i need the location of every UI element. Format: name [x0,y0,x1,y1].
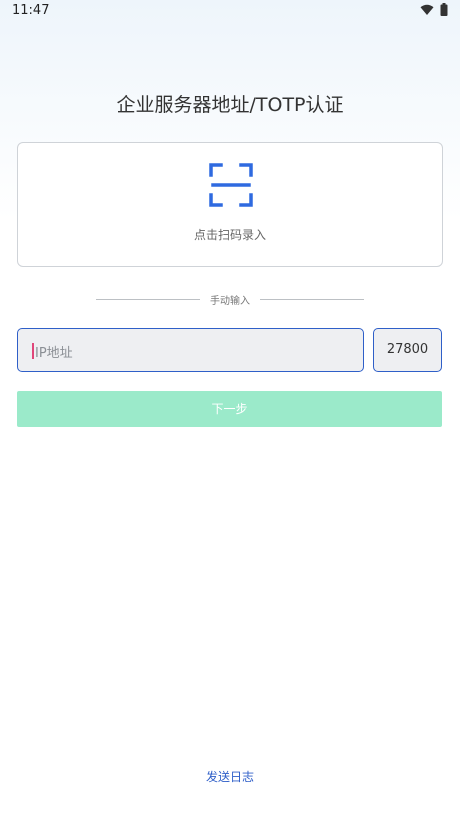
battery-icon [440,3,448,16]
text-caret [32,343,34,359]
next-button[interactable]: 下一步 [17,391,442,427]
page-title: 企业服务器地址/TOTP认证 [116,94,344,116]
scan-qr-button[interactable]: 点击扫码录入 [17,142,443,267]
ip-address-input[interactable]: IP地址 [17,328,364,372]
port-input[interactable]: 27800 [373,328,442,372]
divider-label: 手动输入 [210,295,250,307]
status-time: 11:47 [12,3,50,18]
qr-scan-icon [209,163,253,207]
status-icons [420,3,448,16]
wifi-icon [420,4,434,15]
status-bar: 11:47 [0,0,460,22]
divider-line-right [260,298,364,300]
scan-label: 点击扫码录入 [193,228,266,242]
divider-line-left [96,298,200,300]
send-log-link[interactable]: 发送日志 [0,768,460,785]
manual-input-divider: 手动输入 [96,293,364,307]
ip-placeholder: IP地址 [35,346,73,361]
